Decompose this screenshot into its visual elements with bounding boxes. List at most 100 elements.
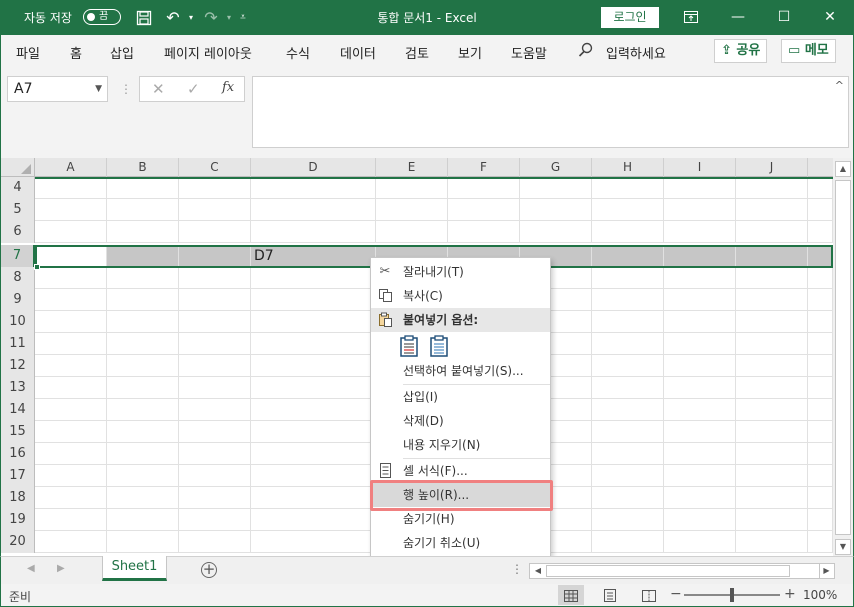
share-button[interactable]: ⇪ 공유 xyxy=(714,39,768,63)
grid-cell[interactable] xyxy=(251,421,376,443)
grid-cell[interactable] xyxy=(736,377,808,399)
grid-cell[interactable] xyxy=(35,399,107,421)
menu-item-unhide[interactable]: 숨기기 취소(U) xyxy=(371,531,550,555)
grid-cell[interactable] xyxy=(107,443,179,465)
grid-cell[interactable] xyxy=(808,245,833,267)
grid-cell[interactable] xyxy=(251,399,376,421)
grid-cell[interactable] xyxy=(251,509,376,531)
menu-item-hide[interactable]: 숨기기(H) xyxy=(371,507,550,531)
horizontal-scrollbar[interactable]: ◀ ▶ xyxy=(529,563,835,579)
next-sheet-icon[interactable]: ▶ xyxy=(57,563,65,574)
tab-file[interactable]: 파일 xyxy=(16,43,40,62)
grid-cell[interactable] xyxy=(35,487,107,509)
autosave-toggle[interactable]: 끔 xyxy=(83,9,121,25)
row-header[interactable]: 13 xyxy=(1,377,35,399)
column-header-d[interactable]: D xyxy=(251,158,376,177)
grid-cell[interactable] xyxy=(179,443,251,465)
row-header[interactable]: 10 xyxy=(1,311,35,333)
menu-item-cut[interactable]: ✂ 잘라내기(T) xyxy=(371,260,550,284)
column-header-b[interactable]: B xyxy=(107,158,179,177)
column-header-e[interactable]: E xyxy=(376,158,448,177)
row-header[interactable]: 14 xyxy=(1,399,35,421)
grid-cell[interactable] xyxy=(179,289,251,311)
grid-cell[interactable] xyxy=(376,221,448,243)
grid-cell[interactable] xyxy=(664,221,736,243)
grid-cell[interactable] xyxy=(664,531,736,553)
grid-cell[interactable] xyxy=(179,333,251,355)
grid-cell[interactable] xyxy=(592,377,664,399)
grid-cell[interactable] xyxy=(736,311,808,333)
grid-cell[interactable] xyxy=(107,333,179,355)
grid-cell[interactable] xyxy=(664,509,736,531)
grid-cell[interactable] xyxy=(251,199,376,221)
grid-cell[interactable] xyxy=(592,199,664,221)
tab-insert[interactable]: 삽입 xyxy=(110,43,134,62)
grid-cell[interactable] xyxy=(448,221,520,243)
grid-cell[interactable] xyxy=(35,531,107,553)
column-header-h[interactable]: H xyxy=(592,158,664,177)
grid-cell[interactable] xyxy=(736,531,808,553)
grid-cell[interactable] xyxy=(736,289,808,311)
grid-cell[interactable] xyxy=(664,421,736,443)
collapse-formula-bar-icon[interactable]: ^ xyxy=(835,79,844,92)
undo-icon[interactable]: ↶ xyxy=(163,8,183,28)
row-header[interactable]: 18 xyxy=(1,487,35,509)
grid-cell[interactable] xyxy=(592,221,664,243)
grid-cell[interactable] xyxy=(107,199,179,221)
grid-cell[interactable] xyxy=(179,199,251,221)
grid-cell[interactable] xyxy=(664,289,736,311)
grid-cell[interactable] xyxy=(808,509,833,531)
vertical-scrollbar[interactable]: ▲ ▼ xyxy=(833,158,853,558)
scroll-left-icon[interactable]: ◀ xyxy=(531,564,545,578)
menu-item-copy[interactable]: 복사(C) xyxy=(371,284,550,308)
column-header-k[interactable] xyxy=(808,158,833,177)
grid-cell[interactable] xyxy=(35,443,107,465)
grid-cell[interactable] xyxy=(664,487,736,509)
grid-cell[interactable] xyxy=(107,289,179,311)
maximize-icon[interactable]: ☐ xyxy=(762,0,806,35)
grid-cell[interactable] xyxy=(179,177,251,199)
grid-cell[interactable] xyxy=(35,509,107,531)
grid-cell[interactable] xyxy=(592,421,664,443)
grid-cell[interactable] xyxy=(808,399,833,421)
grid-cell[interactable] xyxy=(179,311,251,333)
select-all-corner[interactable] xyxy=(1,158,35,177)
grid-cell[interactable] xyxy=(251,311,376,333)
grid-cell[interactable] xyxy=(35,267,107,289)
grid-cell[interactable] xyxy=(592,311,664,333)
cell-d7[interactable]: D7 xyxy=(251,245,376,267)
grid-cell[interactable] xyxy=(35,289,107,311)
grid-cell[interactable] xyxy=(179,245,251,267)
grid-cell[interactable] xyxy=(592,487,664,509)
grid-cell[interactable] xyxy=(179,465,251,487)
grid-cell[interactable] xyxy=(35,421,107,443)
grid-cell[interactable] xyxy=(736,443,808,465)
grid-cell[interactable] xyxy=(808,311,833,333)
grid-cell[interactable] xyxy=(520,199,592,221)
grid-cell[interactable] xyxy=(107,399,179,421)
grid-cell[interactable] xyxy=(664,355,736,377)
grid-cell[interactable] xyxy=(448,199,520,221)
grid-cell[interactable] xyxy=(520,221,592,243)
grid-cell[interactable] xyxy=(808,421,833,443)
name-box-dropdown-icon[interactable]: ▼ xyxy=(95,77,102,101)
grid-cell[interactable] xyxy=(251,465,376,487)
row-header[interactable]: 4 xyxy=(1,177,35,199)
grid-cell[interactable] xyxy=(179,399,251,421)
grid-cell[interactable] xyxy=(179,509,251,531)
row-header[interactable]: 6 xyxy=(1,221,35,243)
grid-cell[interactable] xyxy=(592,245,664,267)
add-sheet-icon[interactable]: + xyxy=(201,562,217,578)
menu-item-format-cells[interactable]: 셀 서식(F)... xyxy=(371,459,550,483)
grid-cell[interactable] xyxy=(808,267,833,289)
normal-view-icon[interactable] xyxy=(558,585,584,605)
search-icon[interactable] xyxy=(578,42,596,60)
grid-cell[interactable] xyxy=(592,399,664,421)
grid-cell[interactable] xyxy=(35,377,107,399)
grid-cell[interactable] xyxy=(107,177,179,199)
row-header[interactable]: 17 xyxy=(1,465,35,487)
grid-cell[interactable] xyxy=(664,333,736,355)
comment-button[interactable]: ▭ 메모 xyxy=(781,39,836,63)
grid-cell[interactable] xyxy=(107,377,179,399)
row-header[interactable]: 7 xyxy=(1,245,35,267)
